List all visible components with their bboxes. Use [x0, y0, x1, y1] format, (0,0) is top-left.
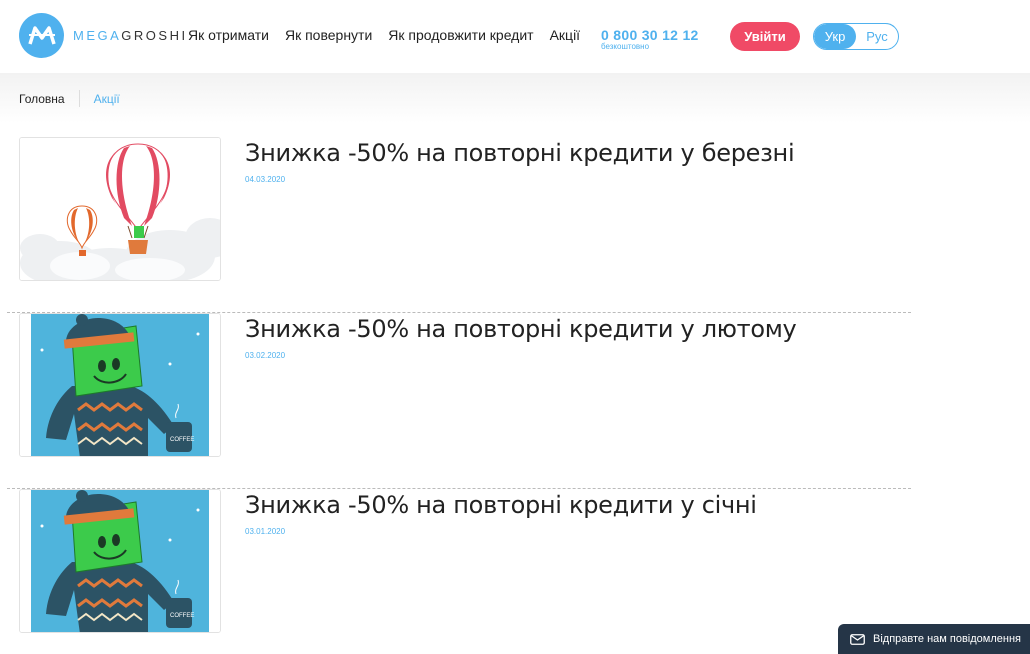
promo-image-balloons[interactable]: [19, 137, 221, 281]
promo-item[interactable]: COFFEE Знижка -50% на повторні кредити у…: [7, 313, 911, 489]
breadcrumb-band: [0, 73, 1030, 123]
promo-item[interactable]: Знижка -50% на повторні кредити у березн…: [7, 137, 911, 313]
promo-title[interactable]: Знижка -50% на повторні кредити у березн…: [245, 139, 795, 167]
promo-item[interactable]: COFFEE Знижка -50% на повторні кредити у…: [7, 489, 911, 654]
lang-ukr[interactable]: Укр: [814, 24, 856, 49]
nav-how-to-get[interactable]: Як отримати: [188, 27, 269, 43]
breadcrumb-home[interactable]: Головна: [19, 92, 65, 106]
breadcrumb-current: Акції: [93, 91, 120, 106]
nav-how-to-extend[interactable]: Як продовжити кредит: [388, 27, 533, 43]
logo-wordmark: MEGAGROSHI: [73, 28, 188, 43]
login-button[interactable]: Увійти: [730, 22, 800, 51]
promo-date: 03.02.2020: [245, 351, 286, 360]
language-switch: Укр Рус: [813, 23, 899, 50]
promo-title[interactable]: Знижка -50% на повторні кредити у лютому: [245, 315, 797, 343]
promo-date: 04.03.2020: [245, 175, 286, 184]
logo-m-icon: [19, 13, 64, 58]
envelope-icon: [850, 633, 865, 645]
svg-text:COFFEE: COFFEE: [170, 437, 194, 443]
promo-date: 03.01.2020: [245, 527, 286, 536]
chat-label[interactable]: Відправте нам повідомлення: [873, 633, 1021, 645]
nav-how-to-repay[interactable]: Як повернути: [285, 27, 372, 43]
breadcrumb-divider: [78, 90, 80, 107]
phone-note: безкоштовно: [601, 42, 650, 51]
nav-promotions[interactable]: Акції: [550, 27, 580, 43]
main-nav: Як отримати Як повернути Як продовжити к…: [188, 27, 596, 43]
logo[interactable]: MEGAGROSHI: [19, 13, 188, 58]
breadcrumb: Головна Акції: [19, 90, 120, 107]
phone-block[interactable]: 0 800 30 12 12 безкоштовно: [601, 27, 699, 51]
site-header: MEGAGROSHI Як отримати Як повернути Як п…: [0, 0, 1030, 73]
chat-widget[interactable]: Відправте нам повідомлення: [838, 624, 1030, 654]
promo-title[interactable]: Знижка -50% на повторні кредити у січні: [245, 491, 757, 519]
lang-rus[interactable]: Рус: [856, 24, 898, 49]
svg-text:COFFEE: COFFEE: [170, 613, 194, 619]
promo-image-mascot[interactable]: COFFEE: [19, 313, 221, 457]
phone-number[interactable]: 0 800 30 12 12: [601, 27, 699, 43]
promo-image-mascot[interactable]: COFFEE: [19, 489, 221, 633]
